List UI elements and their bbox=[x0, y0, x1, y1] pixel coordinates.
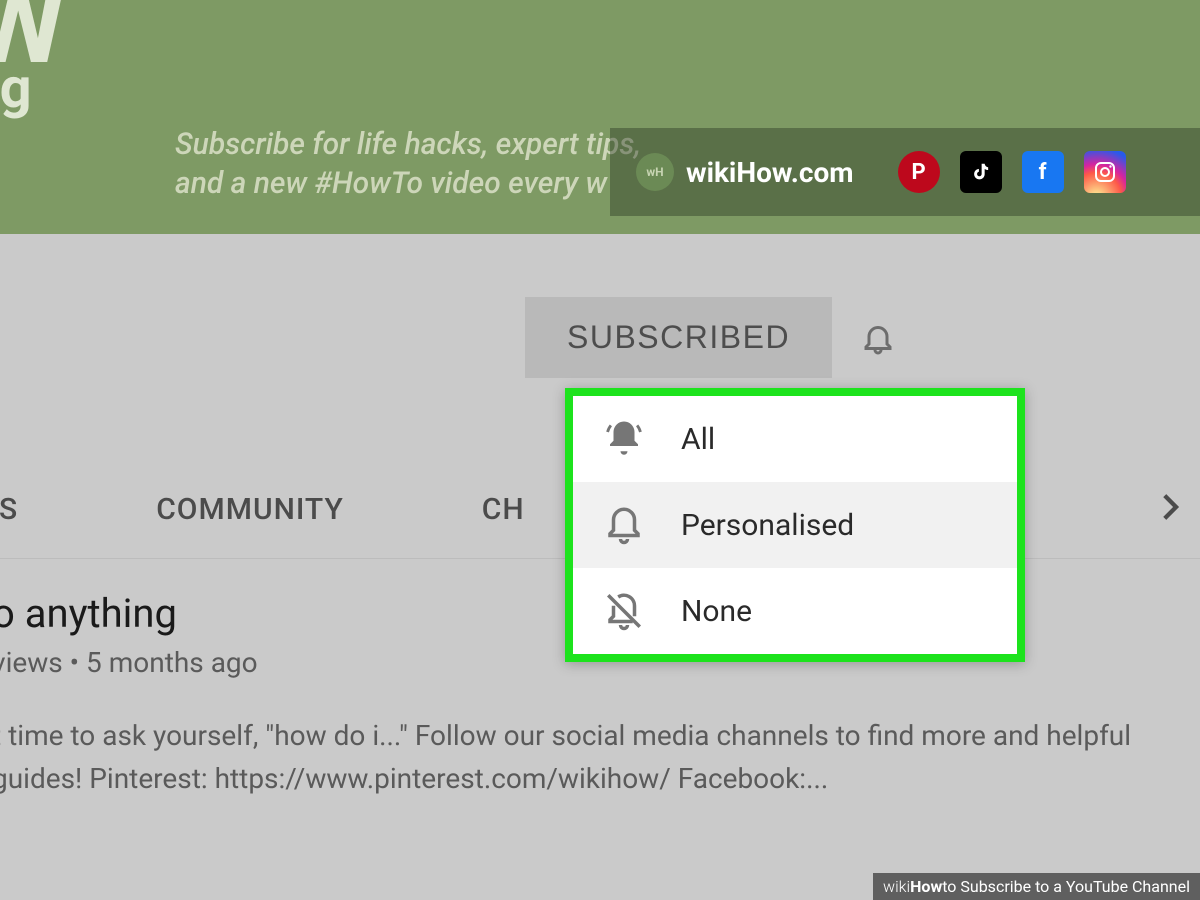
social-icons-row: P f bbox=[898, 151, 1126, 193]
wikihow-badge-icon: wH bbox=[636, 153, 674, 191]
tiktok-icon[interactable] bbox=[960, 151, 1002, 193]
bell-off-icon bbox=[603, 590, 645, 632]
tab-partial-3[interactable]: CH bbox=[482, 492, 525, 527]
banner-links-panel: wH wikiHow.com P f bbox=[610, 128, 1200, 216]
video-title[interactable]: o anything bbox=[0, 590, 177, 637]
channel-tabs: TS COMMUNITY CH bbox=[0, 492, 525, 527]
video-description: t time to ask yourself, "how do i..." Fo… bbox=[0, 714, 1188, 801]
notify-none-label: None bbox=[681, 594, 752, 629]
notification-bell-icon[interactable] bbox=[860, 320, 896, 356]
tab-partial-1[interactable]: TS bbox=[0, 492, 18, 527]
bell-outline-icon bbox=[603, 504, 645, 546]
notify-all-label: All bbox=[681, 422, 715, 457]
banner-logo-suffix: hing bbox=[0, 55, 32, 121]
subscribed-button[interactable]: SUBSCRIBED bbox=[525, 297, 832, 378]
tagline-line-2: and a new #HowTo video every w bbox=[175, 164, 641, 203]
wikihow-caption: wikiHow to Subscribe to a YouTube Channe… bbox=[873, 873, 1200, 900]
banner-tagline: Subscribe for life hacks, expert tips, a… bbox=[175, 125, 641, 203]
notify-option-all[interactable]: All bbox=[573, 396, 1017, 482]
notification-options-popup: All Personalised None bbox=[565, 388, 1025, 662]
tagline-line-1: Subscribe for life hacks, expert tips, bbox=[175, 125, 641, 164]
caption-wiki: wiki bbox=[883, 877, 910, 896]
caption-how: How bbox=[910, 877, 942, 896]
subscribe-area: SUBSCRIBED bbox=[525, 297, 896, 378]
channel-banner: W hing Subscribe for life hacks, expert … bbox=[0, 0, 1200, 234]
pinterest-icon[interactable]: P bbox=[898, 151, 940, 193]
chevron-right-icon[interactable] bbox=[1152, 482, 1186, 536]
bell-ringing-icon bbox=[603, 418, 645, 460]
wikihow-site-link[interactable]: wikiHow.com bbox=[686, 156, 854, 189]
instagram-icon[interactable] bbox=[1084, 151, 1126, 193]
video-meta: views • 5 months ago bbox=[0, 646, 258, 679]
notify-personalised-label: Personalised bbox=[681, 508, 854, 543]
caption-rest: to Subscribe to a YouTube Channel bbox=[942, 877, 1190, 896]
notify-option-personalised[interactable]: Personalised bbox=[573, 482, 1017, 568]
facebook-icon[interactable]: f bbox=[1022, 151, 1064, 193]
notify-option-none[interactable]: None bbox=[573, 568, 1017, 654]
tab-community[interactable]: COMMUNITY bbox=[156, 492, 344, 527]
